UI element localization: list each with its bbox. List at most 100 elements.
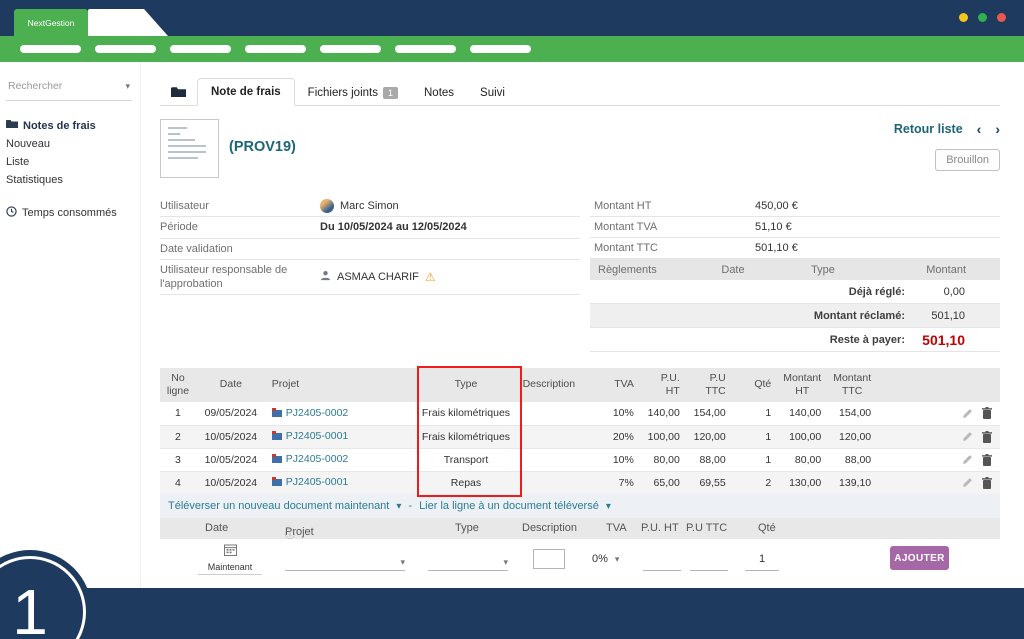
project-link[interactable]: PJ2405-0001 [272, 430, 348, 442]
reglements-header: Règlements Date Type Montant [590, 259, 1000, 280]
menu-item-placeholder[interactable] [320, 45, 381, 53]
sidebar-item-label: Nouveau [6, 138, 50, 150]
user-link[interactable]: Marc Simon [340, 200, 399, 212]
sidebar-item-nouveau[interactable]: Nouveau [6, 135, 132, 153]
cell-montant-ttc: 88,00 [827, 448, 877, 471]
project-link[interactable]: PJ2405-0002 [272, 453, 348, 465]
tab-notes[interactable]: Notes [411, 80, 467, 106]
folder-icon [171, 89, 186, 101]
upload-document-link[interactable]: Téléverser un nouveau document maintenan… [168, 500, 389, 512]
previous-record-button[interactable]: ‹ [977, 121, 982, 137]
sidebar-item-temps-consommes[interactable]: Temps consommés [6, 203, 132, 223]
delete-icon[interactable] [982, 477, 992, 489]
tva-value: 0% [592, 553, 608, 565]
sidebar-item-liste[interactable]: Liste [6, 153, 132, 171]
minimize-dot-icon[interactable] [959, 13, 968, 22]
tab-label: Note de frais [211, 86, 281, 98]
menu-item-placeholder[interactable] [20, 45, 81, 53]
cell-description [517, 425, 599, 448]
add-line-form: Maintenant ▾ ▾ 0% ▾ 1 AJOUTER [160, 539, 1000, 583]
search-label: Rechercher [8, 80, 62, 92]
brand-tab[interactable]: NextGestion [14, 9, 88, 36]
delete-icon[interactable] [982, 454, 992, 466]
date-picker[interactable]: Maintenant [198, 544, 262, 575]
edit-icon[interactable] [962, 408, 973, 419]
cell-type: Frais kilométriques [415, 402, 516, 425]
col-header-montant-ht: Montant HT [777, 368, 827, 402]
cell-pu-ttc: 88,00 [686, 448, 732, 471]
tab-fichiers-joints[interactable]: Fichiers joints1 [295, 80, 411, 106]
list-navigation: Retour liste ‹ › [894, 121, 1000, 137]
close-dot-icon[interactable] [997, 13, 1006, 22]
edit-icon[interactable] [962, 431, 973, 442]
edit-icon[interactable] [962, 477, 973, 488]
type-select[interactable]: ▾ [428, 553, 508, 571]
add-col-type: Type [455, 522, 479, 534]
menu-item-placeholder[interactable] [395, 45, 456, 53]
detail-tabs: Note de frais Fichiers joints1 Notes Sui… [160, 77, 1000, 106]
tab-label: Notes [424, 87, 454, 99]
project-link[interactable]: PJ2405-0002 [272, 407, 348, 419]
project-icon [272, 408, 282, 417]
amount-row-ttc: Montant TTC 501,10 € [590, 238, 1000, 259]
title-bar: NextGestion [0, 0, 1024, 36]
amount-label: Montant TTC [594, 242, 755, 254]
cell-montant-ht: 80,00 [777, 448, 827, 471]
qty-input[interactable]: 1 [745, 553, 779, 571]
field-label: Utilisateur [160, 199, 320, 213]
cell-pu-ttc: 154,00 [686, 402, 732, 425]
cell-pu-ttc: 69,55 [686, 471, 732, 494]
delete-icon[interactable] [982, 407, 992, 419]
reglements-col: Montant [868, 264, 1000, 276]
maximize-dot-icon[interactable] [978, 13, 987, 22]
link-document-link[interactable]: Lier la ligne à un document téléversé [419, 500, 599, 512]
sidebar-item-notes-de-frais[interactable]: Notes de frais [6, 116, 132, 135]
pu-ttc-input[interactable] [690, 553, 728, 571]
field-label: Période [160, 220, 320, 234]
status-badge[interactable]: Brouillon [935, 149, 1000, 171]
chevron-down-icon: ▾ [606, 501, 611, 512]
add-col-pu-ttc: P.U TTC [686, 522, 727, 534]
cell-montant-ht: 100,00 [777, 425, 827, 448]
sidebar-search-select[interactable]: Rechercher ▾ [6, 78, 132, 101]
col-header-no: No ligne [160, 368, 196, 402]
project-link[interactable]: PJ2405-0001 [272, 476, 348, 488]
menu-item-placeholder[interactable] [470, 45, 531, 53]
tab-suivi[interactable]: Suivi [467, 80, 518, 106]
cell-date: 10/05/2024 [196, 471, 266, 494]
amount-row-tva: Montant TVA 51,10 € [590, 217, 1000, 238]
cell-pu-ht: 140,00 [640, 402, 686, 425]
pu-ht-input[interactable] [643, 553, 681, 571]
menu-item-placeholder[interactable] [95, 45, 156, 53]
retour-liste-link[interactable]: Retour liste [894, 122, 963, 136]
project-icon [272, 454, 282, 463]
add-col-qte: Qté [758, 522, 776, 534]
browser-tab[interactable] [88, 9, 168, 36]
cell-pu-ht: 80,00 [640, 448, 686, 471]
table-row: 4 10/05/2024 PJ2405-0001 Repas 7% 65,00 … [160, 471, 1000, 494]
menu-item-placeholder[interactable] [245, 45, 306, 53]
document-thumbnail[interactable] [160, 119, 219, 178]
tab-note-de-frais[interactable]: Note de frais [197, 78, 295, 106]
field-label: Utilisateur responsable de l'approbation [160, 263, 320, 292]
add-line-header: Date Projetⓘ Type Description TVA P.U. H… [160, 518, 1000, 539]
next-record-button[interactable]: › [995, 121, 1000, 137]
description-input[interactable] [533, 549, 565, 569]
date-value: Maintenant [198, 562, 262, 572]
menu-item-placeholder[interactable] [170, 45, 231, 53]
project-select[interactable]: ▾ [285, 553, 405, 571]
tva-select[interactable]: 0% ▾ [592, 553, 632, 565]
approver-link[interactable]: ASMAA CHARIF [337, 271, 419, 283]
col-header-qte: Qté [732, 368, 778, 402]
cell-date: 10/05/2024 [196, 425, 266, 448]
sidebar-item-statistiques[interactable]: Statistiques [6, 171, 132, 189]
cell-no: 2 [160, 425, 196, 448]
table-row: 2 10/05/2024 PJ2405-0001 Frais kilométri… [160, 425, 1000, 448]
tab-documents[interactable] [160, 80, 197, 106]
detail-row-approver: Utilisateur responsable de l'approbation… [160, 260, 580, 296]
edit-icon[interactable] [962, 454, 973, 465]
ajouter-button[interactable]: AJOUTER [890, 546, 949, 570]
cell-no: 3 [160, 448, 196, 471]
delete-icon[interactable] [982, 431, 992, 443]
cell-tva: 20% [598, 425, 640, 448]
